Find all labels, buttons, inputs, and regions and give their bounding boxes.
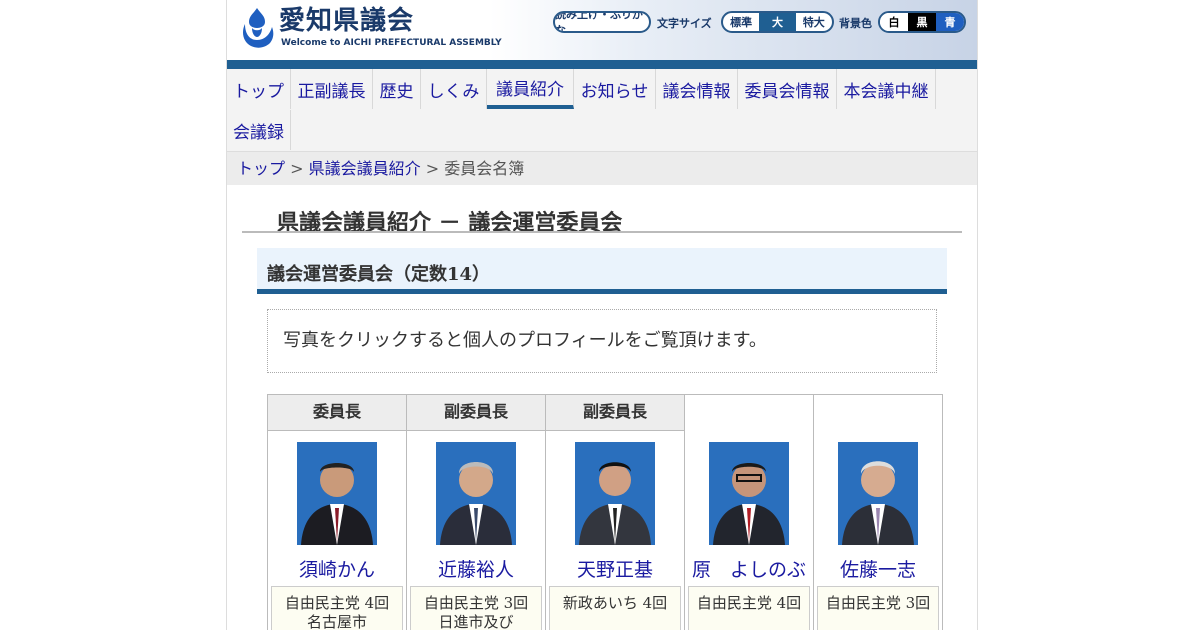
main-nav: トップ 正副議長 歴史 しくみ 議員紹介 お知らせ 議会情報 委員会情報 本会議… — [227, 69, 977, 152]
member-name-link[interactable]: 天野正基 — [546, 555, 684, 582]
nav-history[interactable]: 歴史 — [373, 69, 421, 109]
member-district: 名古屋市 — [306, 613, 367, 630]
breadcrumb-members-link[interactable]: 県議会議員紹介 — [309, 159, 421, 178]
member-party: 自由民主党 3回 — [825, 594, 931, 612]
member-card: 佐藤一志 自由民主党 3回 — [813, 394, 943, 630]
nav-chairman[interactable]: 正副議長 — [291, 69, 373, 109]
member-role: 副委員長 — [546, 395, 684, 431]
member-name-link[interactable]: 須崎かん — [268, 555, 406, 582]
bg-blue-button[interactable]: 青 — [936, 13, 964, 31]
bg-white-button[interactable]: 白 — [880, 13, 908, 31]
site-logo-subtitle: Welcome to AICHI PREFECTURAL ASSEMBLY — [281, 38, 502, 48]
member-party: 自由民主党 3回 — [423, 594, 529, 612]
member-card: 原 よしのぶ 自由民主党 4回 — [684, 394, 814, 630]
font-size-selector: 標準 大 特大 — [721, 11, 834, 33]
nav-top[interactable]: トップ — [227, 69, 291, 109]
member-card: 副委員長 天野正基 新政あいち 4回 — [545, 394, 685, 630]
member-card: 副委員長 近藤裕人 自由民主党 3回 日進市及び — [406, 394, 546, 630]
nav-structure[interactable]: しくみ — [421, 69, 487, 109]
assembly-emblem-icon[interactable] — [239, 6, 275, 50]
member-card: 委員長 須崎かん 自由民主党 4回 名古屋市 — [267, 394, 407, 630]
page-container: 愛知県議会 Welcome to AICHI PREFECTURAL ASSEM… — [226, 0, 978, 630]
nav-live-broadcast[interactable]: 本会議中継 — [837, 69, 936, 109]
breadcrumb-current: 委員会名簿 — [444, 159, 525, 178]
member-affiliation: 自由民主党 3回 日進市及び — [410, 586, 542, 630]
member-name-link[interactable]: 佐藤一志 — [814, 555, 942, 582]
nav-news[interactable]: お知らせ — [574, 69, 656, 109]
member-party: 自由民主党 4回 — [696, 594, 802, 612]
member-name-link[interactable]: 近藤裕人 — [407, 555, 545, 582]
member-photo[interactable] — [297, 442, 377, 545]
breadcrumb-separator: > — [290, 159, 304, 178]
site-header: 愛知県議会 Welcome to AICHI PREFECTURAL ASSEM… — [227, 0, 977, 60]
member-role: 副委員長 — [407, 395, 545, 431]
breadcrumb: トップ > 県議会議員紹介 > 委員会名簿 — [227, 152, 977, 185]
member-photo[interactable] — [436, 442, 516, 545]
instruction-notice: 写真をクリックすると個人のプロフィールをご覧頂けます。 — [267, 309, 937, 373]
font-size-label: 文字サイズ — [657, 17, 712, 30]
member-district: 日進市及び — [438, 613, 514, 630]
breadcrumb-separator: > — [425, 159, 440, 178]
bg-color-label: 背景色 — [839, 17, 872, 30]
section-title: 議会運営委員会（定数14） — [267, 264, 491, 285]
bg-black-button[interactable]: 黒 — [908, 13, 936, 31]
member-affiliation: 自由民主党 4回 名古屋市 — [271, 586, 403, 630]
title-divider — [242, 231, 962, 233]
member-grid: 委員長 須崎かん 自由民主党 4回 名古屋市 副委員長 近藤裕人 自由民主党 3… — [267, 394, 943, 630]
nav-members[interactable]: 議員紹介 — [487, 69, 574, 109]
member-photo[interactable] — [709, 442, 789, 545]
member-party: 新政あいち 4回 — [562, 594, 668, 612]
member-role: 委員長 — [268, 395, 406, 431]
member-affiliation: 新政あいち 4回 — [549, 586, 681, 630]
nav-committee-info[interactable]: 委員会情報 — [738, 69, 837, 109]
member-affiliation: 自由民主党 3回 — [817, 586, 939, 630]
site-logo-title[interactable]: 愛知県議会 — [279, 6, 414, 36]
read-aloud-button[interactable]: 読み上げ・ふりがな — [553, 11, 651, 33]
member-party: 自由民主党 4回 — [284, 594, 390, 612]
nav-minutes[interactable]: 会議録 — [227, 110, 291, 150]
breadcrumb-home-link[interactable]: トップ — [237, 159, 285, 178]
member-name-link[interactable]: 原 よしのぶ — [685, 555, 813, 582]
member-photo[interactable] — [575, 442, 655, 545]
member-photo[interactable] — [838, 442, 918, 545]
font-size-large-button[interactable]: 大 — [759, 13, 796, 31]
section-header: 議会運営委員会（定数14） — [257, 248, 947, 294]
header-divider-bar — [227, 60, 977, 69]
nav-assembly-info[interactable]: 議会情報 — [656, 69, 738, 109]
bg-color-selector: 白 黒 青 — [878, 11, 966, 33]
font-size-xlarge-button[interactable]: 特大 — [796, 13, 832, 31]
member-affiliation: 自由民主党 4回 — [688, 586, 810, 630]
font-size-standard-button[interactable]: 標準 — [723, 13, 759, 31]
